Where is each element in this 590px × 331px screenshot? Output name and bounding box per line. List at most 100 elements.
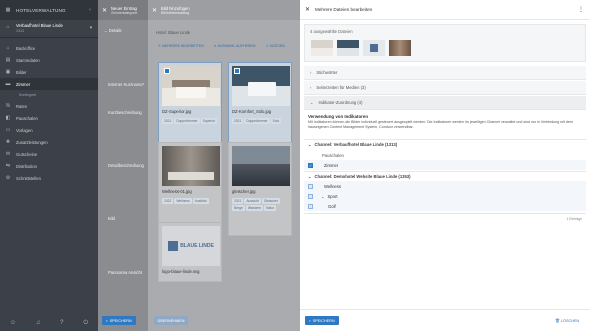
channel-label: Channel: Verbaufhotel Blaue Linde (1313): [314, 142, 398, 147]
upload-button[interactable]: ⇪ DATEIEN: [265, 44, 284, 48]
package-icon: ◧: [5, 115, 11, 121]
sidebar-header: ▦ HOTELVERWALTUNG ‹: [0, 0, 98, 20]
home-icon: ⌂: [6, 45, 10, 51]
thumbnail: [162, 66, 220, 106]
sidebar-item-pauschalen[interactable]: ◧ Pauschalen: [0, 112, 98, 124]
accordion-media-times[interactable]: › Seiterzeiten für Medien (3): [304, 81, 586, 95]
checkbox[interactable]: ✓: [308, 162, 313, 168]
btn-label: DATEIEN: [269, 44, 285, 48]
channel-header[interactable]: ⌄ Channel: Verbaufhotel Blaue Linde (1313…: [304, 139, 586, 149]
sidebar-item-vorlagen[interactable]: ▭ Vorlagen: [0, 124, 98, 136]
sidebar-item-zimmer[interactable]: ▬ Zimmer: [0, 78, 98, 90]
new-entry-panel: ✕ Neuer Eintrag Zimmerkategorie ⌄ Detail…: [98, 0, 148, 331]
chevron-down-icon: ⌄: [308, 142, 312, 147]
indicator-row[interactable]: Wellness: [304, 181, 586, 191]
tag: Wandern: [245, 205, 264, 211]
logo-icon: [168, 241, 179, 251]
section-label: Details: [108, 28, 122, 33]
selected-thumb: [337, 40, 359, 56]
checkbox[interactable]: [308, 183, 313, 189]
sidebar-item-gutscheine[interactable]: ✉ Gutscheine: [0, 148, 98, 160]
chevron-down-icon: ⌄: [321, 193, 325, 199]
indicator-info: Verwendung von Indikatoren Mit Indikator…: [308, 114, 584, 130]
checkbox[interactable]: [308, 203, 313, 209]
more-icon[interactable]: ⋮: [578, 6, 584, 13]
indicator-label: Pauschalen: [322, 152, 344, 158]
sidebar-item-label: Gutscheine: [16, 151, 38, 157]
save-button[interactable]: ▪ SPEICHERN: [102, 316, 136, 325]
extras-icon: ✚: [5, 139, 11, 145]
delete-button[interactable]: 🗑 LÖSCHEN: [555, 318, 579, 323]
help-icon[interactable]: ?: [60, 320, 63, 326]
checkbox[interactable]: [308, 193, 313, 199]
image-card[interactable]: BLAUE LINDE logo-blaue-linde.svg: [158, 222, 222, 282]
indicator-label: Wellness: [324, 183, 341, 189]
tag: Ausblick: [192, 198, 209, 204]
indicator-row[interactable]: Golf: [304, 201, 586, 211]
chevron-down-icon: ⌄: [310, 100, 314, 105]
tag: Natur: [264, 205, 277, 211]
distribution-icon: ⇆: [5, 163, 11, 169]
indicator-row[interactable]: ⌄ Sport: [304, 191, 586, 201]
indicator-row[interactable]: Pauschalen: [304, 150, 586, 160]
accordion-indicators[interactable]: ⌄ Indikator-Zuordnung (4): [304, 96, 586, 110]
selected-files-box: 4 ausgewählte Dateien: [304, 24, 586, 62]
tag: Doppelzimmer: [174, 118, 200, 124]
sidebar-item-zusatzleistungen[interactable]: ✚ Zusatzleistungen: [0, 136, 98, 148]
panel-subtitle: Zimmerkategorie: [111, 10, 138, 15]
panel-subtitle: Bibliothekskatalog: [161, 10, 190, 15]
image-name: Wellness-01.jpg: [162, 189, 192, 194]
tag: Doppelzimmer: [244, 118, 270, 124]
sidebar-item-label: Vorlagen: [16, 127, 33, 133]
sidebar-subitem-kontingent[interactable]: Kontingent: [0, 90, 98, 100]
hotel-label: Hotel: Blaue Linde: [156, 30, 191, 35]
apply-button[interactable]: ÜBERNEHMEN: [154, 316, 188, 325]
channel-header[interactable]: ⌄ Channel: Demohotel Website Blaue Linde …: [304, 171, 586, 181]
sidebar-item-bilder[interactable]: ▣ Bilder: [0, 66, 98, 78]
selected-check[interactable]: [234, 68, 240, 74]
rates-icon: %: [5, 103, 11, 109]
edit-multiple-button[interactable]: ✎ MEHRERE BEARBEITEN: [158, 44, 204, 48]
panel-title: Bild hinzufügen: [161, 5, 190, 11]
save-button[interactable]: ▪ SPEICHERN: [305, 316, 339, 325]
power-icon[interactable]: ⏻: [83, 320, 88, 327]
unselect-button[interactable]: ✕ AUSWAHL AUFHEBEN: [214, 44, 256, 48]
field-label: Bild: [108, 216, 115, 221]
thumbnail: [162, 146, 220, 186]
image-name: gletscher.jpg: [232, 189, 256, 194]
selected-thumb: [311, 40, 333, 56]
btn-label: MEHRERE BEARBEITEN: [162, 44, 204, 48]
section-details[interactable]: ⌄ Details: [104, 28, 122, 33]
accordion-keywords[interactable]: › Stichwörter: [304, 66, 586, 80]
app-title: HOTELVERWALTUNG: [16, 7, 66, 13]
close-icon[interactable]: ✕: [305, 6, 310, 13]
hotel-switcher[interactable]: ⌂ Verbaufhotel Blaue Linde 1313 ▾: [0, 20, 98, 38]
sidebar-footer: ☺ ♫ ? ⏻: [0, 315, 98, 331]
grid-icon[interactable]: ▦: [5, 7, 11, 13]
voucher-icon: ✉: [5, 151, 11, 157]
interface-icon: ⚙: [5, 175, 11, 181]
sidebar-item-stammdaten[interactable]: ▤ Stammdaten: [0, 54, 98, 66]
sidebar-item-backoffice[interactable]: ⌂ Backoffice: [0, 42, 98, 54]
bell-icon[interactable]: ♫: [36, 320, 41, 326]
sidebar-item-distribution[interactable]: ⇆ Distribution: [0, 160, 98, 172]
indicator-row[interactable]: ✓ Zimmer: [304, 160, 586, 170]
collapse-icon[interactable]: ‹: [87, 7, 93, 13]
indicator-label: Sport: [327, 193, 338, 199]
panel-title: Neuer Eintrag: [111, 5, 137, 11]
image-card[interactable]: gletscher.jpg 2021 Aussicht Gletscher Berge…: [228, 142, 292, 236]
panel-title: Mehrere Dateien bearbeiten: [315, 7, 373, 12]
field-label: Detailbeschreibung: [108, 163, 144, 168]
sidebar-item-label: Stammdaten: [16, 57, 40, 63]
sidebar-item-raten[interactable]: % Raten: [0, 100, 98, 112]
field-label: Interner Kurzname*: [108, 82, 145, 87]
sidebar-item-label: Raten: [16, 103, 28, 109]
close-icon[interactable]: ✕: [152, 7, 157, 14]
field-label: Kurzbeschreibung: [108, 110, 142, 115]
selected-check[interactable]: [164, 68, 170, 74]
user-icon[interactable]: ☺: [10, 320, 16, 326]
save-icon: ▪: [309, 318, 311, 323]
info-title: Verwendung von Indikatoren: [308, 114, 369, 119]
sidebar-item-schnittstellen[interactable]: ⚙ Schnittstellen: [0, 172, 98, 184]
close-icon[interactable]: ✕: [102, 7, 107, 14]
